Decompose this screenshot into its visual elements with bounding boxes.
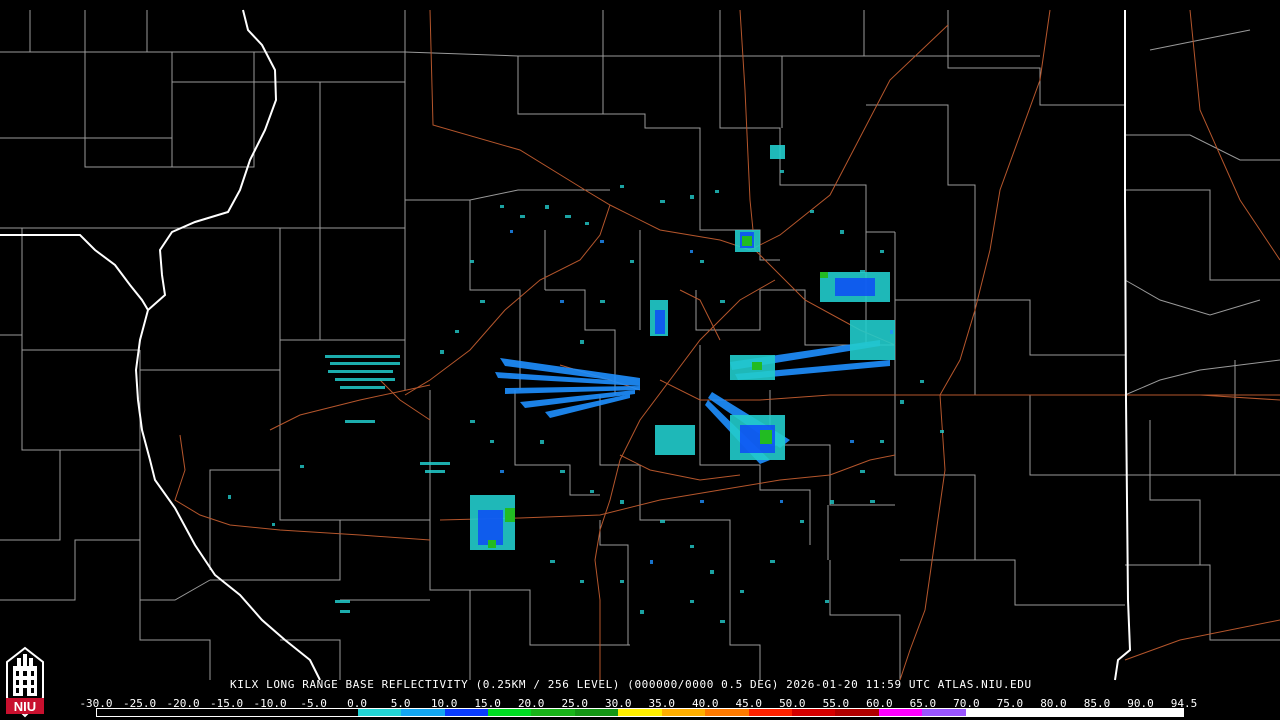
colorbar-tick-label: 0.0 xyxy=(347,697,368,710)
colorbar-segment xyxy=(183,709,228,716)
niu-logo: NIU xyxy=(6,646,44,718)
colorbar-segment xyxy=(1009,709,1053,716)
colorbar-tick-label: 30.0 xyxy=(604,697,632,710)
radar-map xyxy=(0,9,1280,681)
highway-network xyxy=(174,9,1280,681)
colorbar-tick-label: 75.0 xyxy=(996,697,1024,710)
product-caption: KILX LONG RANGE BASE REFLECTIVITY (0.25K… xyxy=(230,678,1032,691)
colorbar-tick-label: 15.0 xyxy=(474,697,501,710)
colorbar-segment xyxy=(748,709,792,716)
colorbar-segment xyxy=(357,709,402,716)
colorbar-segment xyxy=(1096,709,1140,716)
colorbar-segment xyxy=(792,709,836,716)
colorbar-segment xyxy=(661,709,706,716)
radar-echoes xyxy=(228,145,944,623)
colorbar-tick-label: 50.0 xyxy=(779,697,806,710)
colorbar-tick-label: 45.0 xyxy=(735,697,763,710)
colorbar-tick-label: 55.0 xyxy=(822,697,850,710)
colorbar-tick-label: 60.0 xyxy=(866,697,893,710)
colorbar-segment xyxy=(965,709,1010,716)
colorbar-tick-label: -15.0 xyxy=(209,697,244,710)
colorbar-tick-label: 40.0 xyxy=(692,697,719,710)
colorbar-tick-label: 65.0 xyxy=(909,697,937,710)
colorbar-segment xyxy=(574,709,619,716)
colorbar-tick-label: -25.0 xyxy=(122,697,157,710)
colorbar-tick-label: 10.0 xyxy=(430,697,458,710)
colorbar-segment xyxy=(835,709,879,716)
colorbar-segment xyxy=(314,709,358,716)
logo-text: NIU xyxy=(14,699,36,714)
colorbar-tick-label: 94.5 xyxy=(1170,697,1198,710)
colorbar-tick-label: -5.0 xyxy=(300,697,327,710)
colorbar-segment xyxy=(401,709,445,716)
colorbar-tick-label: 35.0 xyxy=(648,697,676,710)
colorbar-tick-label: 90.0 xyxy=(1127,697,1154,710)
colorbar-segment xyxy=(1052,709,1097,716)
colorbar-tick-label: 5.0 xyxy=(390,697,411,710)
colorbar-tick-label: 70.0 xyxy=(953,697,980,710)
colorbar-segment xyxy=(227,709,271,716)
colorbar-segment xyxy=(487,709,532,716)
colorbar-segment xyxy=(140,709,184,716)
colorbar-segment xyxy=(97,709,141,716)
colorbar-tick-label: 25.0 xyxy=(561,697,588,710)
colorbar-segment xyxy=(444,709,488,716)
colorbar-segment xyxy=(705,709,749,716)
colorbar-tick-label: 85.0 xyxy=(1083,697,1111,710)
colorbar-tick-label: -30.0 xyxy=(79,697,113,710)
state-borders xyxy=(0,9,1132,681)
colorbar-tick-label: 20.0 xyxy=(517,697,545,710)
colorbar-tick-label: -20.0 xyxy=(166,697,200,710)
colorbar-tick-label: -10.0 xyxy=(253,697,287,710)
colorbar-tick-label: 80.0 xyxy=(1040,697,1067,710)
colorbar-segment xyxy=(531,709,575,716)
colorbar-segment xyxy=(618,709,662,716)
colorbar-segment xyxy=(878,709,923,716)
colorbar-segment xyxy=(922,709,966,716)
colorbar-segment xyxy=(270,709,315,716)
colorbar-segment xyxy=(1139,709,1183,716)
county-boundaries xyxy=(0,10,1280,680)
